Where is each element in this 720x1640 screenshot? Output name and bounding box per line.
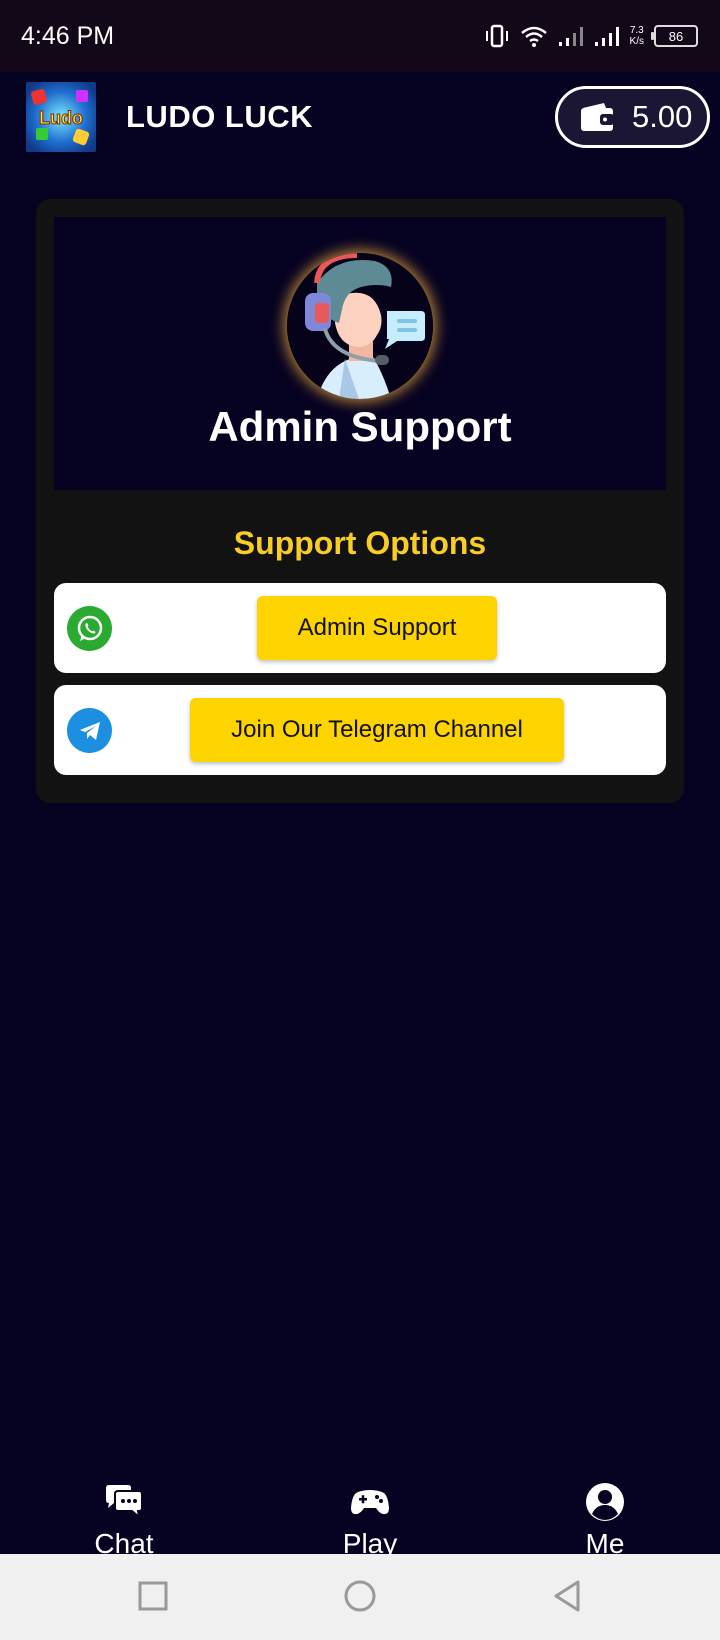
chat-icon bbox=[106, 1485, 143, 1520]
telegram-option-row: Join Our Telegram Channel bbox=[54, 685, 666, 775]
nav-me[interactable]: Me bbox=[535, 1482, 675, 1554]
wallet-balance-button[interactable]: 5.00 bbox=[555, 86, 710, 148]
gamepad-icon bbox=[351, 1490, 389, 1515]
status-icons: 7.3 K/s 86 bbox=[484, 24, 698, 48]
status-bar: 4:46 PM 7.3 K/s 86 bbox=[0, 0, 720, 72]
screen: 4:46 PM 7.3 K/s 86 Ludo LUDO LUCK 5.00 A… bbox=[0, 0, 720, 1640]
hero-banner: Admin Support bbox=[54, 217, 666, 490]
whatsapp-option-row: Admin Support bbox=[54, 583, 666, 673]
net-speed-value: 7.3 bbox=[629, 25, 644, 36]
support-options-heading: Support Options bbox=[233, 525, 487, 561]
telegram-icon bbox=[67, 708, 112, 753]
support-agent-icon bbox=[287, 253, 433, 399]
wallet-amount: 5.00 bbox=[632, 99, 693, 134]
app-title: LUDO LUCK bbox=[126, 99, 314, 134]
nav-play[interactable]: Play bbox=[300, 1482, 440, 1554]
nav-play-label: Play bbox=[342, 1528, 398, 1554]
hero-title: Admin Support bbox=[208, 403, 512, 450]
nav-me-label: Me bbox=[585, 1528, 625, 1554]
net-speed: 7.3 K/s bbox=[630, 25, 644, 47]
nav-chat-label: Chat bbox=[94, 1528, 154, 1554]
net-speed-unit: K/s bbox=[629, 36, 644, 47]
user-icon bbox=[586, 1483, 624, 1521]
admin-support-button[interactable]: Admin Support bbox=[257, 596, 497, 660]
bottom-nav: Chat Play Me bbox=[0, 1470, 720, 1554]
status-time: 4:46 PM bbox=[21, 21, 115, 50]
battery-icon: 86 bbox=[651, 25, 698, 47]
signal-icon-1 bbox=[558, 27, 583, 46]
wallet-icon bbox=[581, 103, 614, 131]
vibrate-icon bbox=[485, 24, 508, 48]
join-telegram-channel-button[interactable]: Join Our Telegram Channel bbox=[190, 698, 564, 762]
support-card: Admin Support Support Options Admin Supp… bbox=[36, 199, 684, 803]
battery-level: 86 bbox=[668, 28, 684, 44]
whatsapp-icon bbox=[67, 606, 112, 651]
system-nav-bar bbox=[0, 1554, 720, 1640]
nav-chat[interactable]: Chat bbox=[54, 1482, 194, 1554]
back-icon[interactable] bbox=[550, 1578, 586, 1614]
app-header: Ludo LUDO LUCK 5.00 bbox=[0, 72, 720, 162]
svg-text:Ludo: Ludo bbox=[39, 108, 83, 128]
home-icon[interactable] bbox=[342, 1578, 378, 1614]
recents-icon[interactable] bbox=[135, 1578, 171, 1614]
wifi-icon bbox=[520, 26, 547, 47]
signal-icon-2 bbox=[594, 27, 619, 46]
app-logo[interactable]: Ludo bbox=[26, 82, 96, 152]
